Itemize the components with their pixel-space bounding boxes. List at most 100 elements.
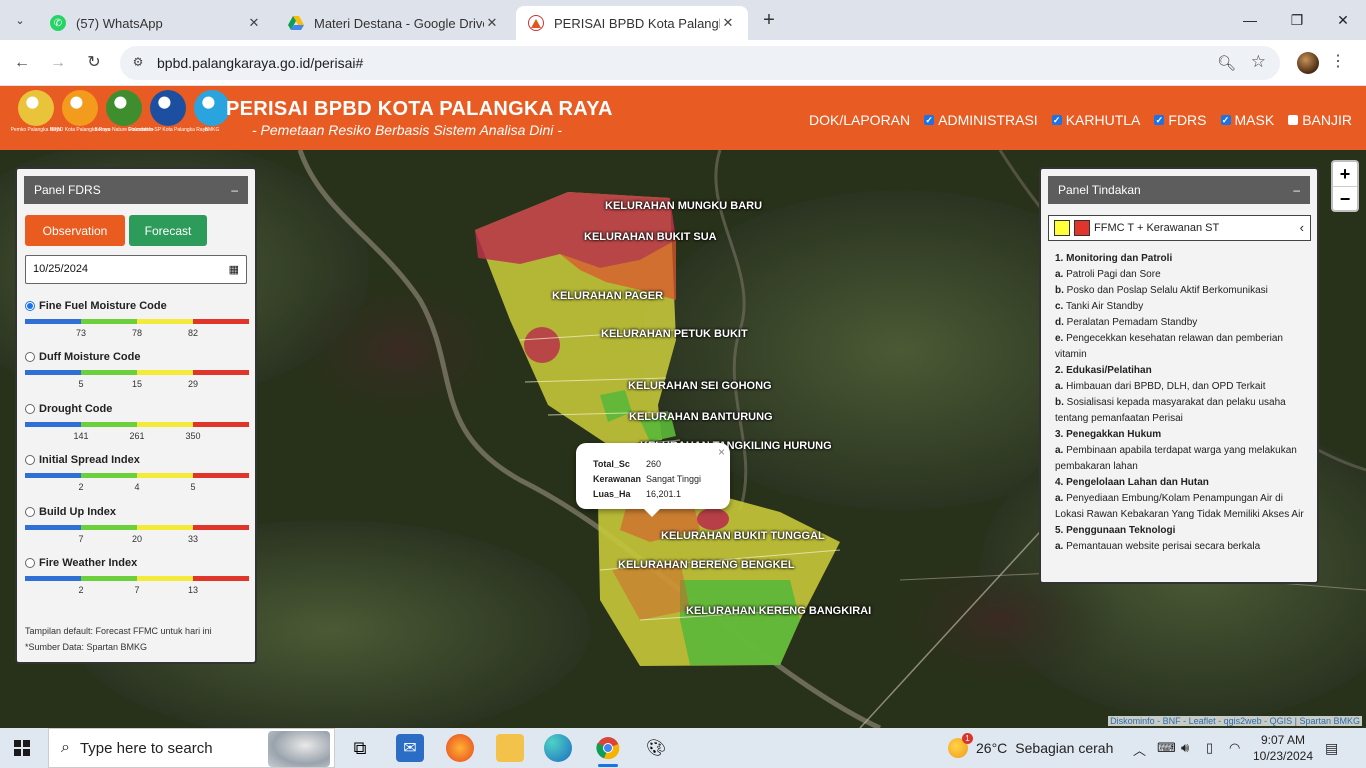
fdrs-index-option[interactable]: Fine Fuel Moisture Code 73 78 82 [25,300,249,338]
new-tab-button[interactable]: + [758,9,780,31]
menu-item-banjir[interactable]: BANJIR [1288,112,1352,128]
date-input[interactable]: 10/25/2024 ▦ [25,255,247,284]
mail-icon[interactable]: ✉ [396,734,424,762]
chevron-up-icon[interactable]: ︿ [1133,740,1146,759]
popup-row: Total_Sc 260 [593,456,730,471]
index-label-row[interactable]: Fine Fuel Moisture Code [25,300,249,312]
index-label-row[interactable]: Initial Spread Index [25,454,249,466]
tab-perisai[interactable]: PERISAI BPBD Kota Palangka Ra ✕ [516,6,748,40]
tab-search-icon[interactable]: ⌄ [8,8,32,32]
menu-item-label: FDRS [1168,112,1207,128]
map-attribution[interactable]: Diskominfo - BNF - Leaflet - qgis2web - … [1108,716,1362,726]
checkbox[interactable]: ✓ [1154,115,1165,125]
checkbox[interactable] [1288,115,1299,125]
observation-button[interactable]: Observation [25,215,125,246]
label-bukit-sua: KELURAHAN BUKIT SUA [584,231,717,243]
restore-icon[interactable]: ❐ [1285,8,1309,32]
url-text[interactable]: bpbd.palangkaraya.go.id/perisai# [157,55,363,71]
menu-item-mask[interactable]: ✓ MASK [1220,112,1274,128]
address-bar[interactable]: ⚙ bpbd.palangkaraya.go.id/perisai# 🔍︎ ☆ [120,46,1280,80]
index-label-row[interactable]: Duff Moisture Code [25,351,249,363]
fdrs-index-option[interactable]: Drought Code 141 261 350 [25,403,249,441]
checkbox[interactable]: ✓ [1051,115,1062,125]
weather-widget[interactable]: 1 26°C Sebagian cerah [948,733,1114,758]
checkbox[interactable]: ✓ [1220,115,1231,125]
file-explorer-icon[interactable] [496,734,524,762]
paint-icon[interactable]: 🎨︎ [642,734,670,762]
panel-tindakan: Panel Tindakan – FFMC T + Kerawanan ST ‹… [1039,167,1319,584]
tick-label: 20 [131,533,143,544]
browser-menu-icon[interactable]: ⋮ [1330,51,1346,71]
collapse-button[interactable]: – [1293,183,1300,197]
index-radio[interactable] [25,558,35,568]
forecast-button[interactable]: Forecast [129,215,207,246]
action-text: Pemantauan website perisai secara berkal… [1066,541,1261,552]
close-window-icon[interactable]: ✕ [1331,8,1355,32]
search-placeholder: Type here to search [79,739,213,757]
chevron-left-icon[interactable]: ‹ [1300,220,1304,235]
index-radio[interactable] [25,455,35,466]
tick-label: 78 [131,328,143,338]
fdrs-index-option[interactable]: Duff Moisture Code 5 15 29 [25,351,249,389]
action-letter: a. [1055,493,1064,504]
minimize-icon[interactable]: — [1238,8,1262,32]
popup-close-icon[interactable]: × [718,445,725,459]
legend-selector[interactable]: FFMC T + Kerawanan ST ‹ [1048,215,1311,241]
partner-logo: Diskominfo-SP Kota Palangka Raya [128,90,208,133]
forward-icon[interactable]: → [46,51,70,75]
wifi-icon[interactable]: ◠ [1229,740,1240,756]
menu-item-dok-laporan[interactable]: DOK/LAPORAN [809,112,910,128]
index-radio[interactable] [25,403,35,414]
close-tab-icon[interactable]: ✕ [720,15,736,31]
tab-google-drive[interactable]: Materi Destana - Google Drive ✕ [276,6,512,40]
index-radio[interactable] [25,301,35,311]
battery-icon[interactable]: ▯ [1206,740,1213,756]
zoom-in-button[interactable]: + [1333,162,1357,186]
zoom-out-button[interactable]: − [1333,186,1357,210]
index-label-row[interactable]: Drought Code [25,403,249,415]
index-radio[interactable] [25,352,35,363]
action-text: Pengecekkan kesehatan relawan dan pember… [1055,333,1283,360]
weather-temp: 26°C [976,740,1008,756]
tab-whatsapp[interactable]: ✆ (57) WhatsApp ✕ [38,6,274,40]
index-radio[interactable] [25,506,35,517]
task-view-icon[interactable]: ⧉ [346,734,374,762]
site-info-icon[interactable]: ⚙ [130,55,146,71]
popup-row: Kerawanan Sangat Tinggi [593,471,730,486]
system-clock[interactable]: 9:07 AM 10/23/2024 [1248,732,1318,764]
network-device-icon[interactable]: ⌨ [1157,740,1176,756]
label-banturung: KELURAHAN BANTURUNG [629,411,773,423]
browser-tab-strip: ⌄ ✆ (57) WhatsApp ✕ Materi Destana - Goo… [0,0,1366,40]
taskbar-search[interactable]: ⌕ Type here to search [48,728,335,768]
profile-avatar[interactable] [1297,52,1319,74]
windows-start-icon[interactable] [14,740,30,756]
weather-text: Sebagian cerah [1015,740,1114,756]
label-sei-gohong: KELURAHAN SEI GOHONG [628,380,772,392]
zoom-icon[interactable]: 🔍︎ [1217,54,1236,72]
bookmark-star-icon[interactable]: ☆ [1251,52,1266,72]
index-label: Initial Spread Index [39,454,140,467]
menu-item-karhutla[interactable]: ✓ KARHUTLA [1051,112,1140,128]
reload-icon[interactable]: ↻ [82,51,106,75]
back-icon[interactable]: ← [10,51,34,75]
edge-icon[interactable] [544,734,572,762]
volume-icon[interactable]: 🔊︎ [1181,740,1189,756]
menu-item-administrasi[interactable]: ✓ ADMINISTRASI [924,112,1038,128]
firefox-icon[interactable] [446,734,474,762]
date-value: 10/25/2024 [33,263,89,275]
index-label-row[interactable]: Build Up Index [25,506,249,518]
close-tab-icon[interactable]: ✕ [246,15,262,31]
chrome-icon[interactable] [594,734,622,767]
checkbox[interactable]: ✓ [924,115,935,125]
notification-icon[interactable]: ▤ [1325,740,1338,757]
action-item: c. Tanki Air Standby [1055,299,1313,315]
fdrs-index-option[interactable]: Fire Weather Index 2 7 13 [25,557,249,595]
close-tab-icon[interactable]: ✕ [484,15,500,31]
calendar-icon[interactable]: ▦ [229,263,239,276]
fdrs-index-option[interactable]: Initial Spread Index 2 4 5 [25,454,249,492]
menu-item-fdrs[interactable]: ✓ FDRS [1154,112,1207,128]
logo-emblem-icon [62,90,98,126]
collapse-button[interactable]: – [231,183,238,197]
index-label-row[interactable]: Fire Weather Index [25,557,249,569]
fdrs-index-option[interactable]: Build Up Index 7 20 33 [25,506,249,544]
